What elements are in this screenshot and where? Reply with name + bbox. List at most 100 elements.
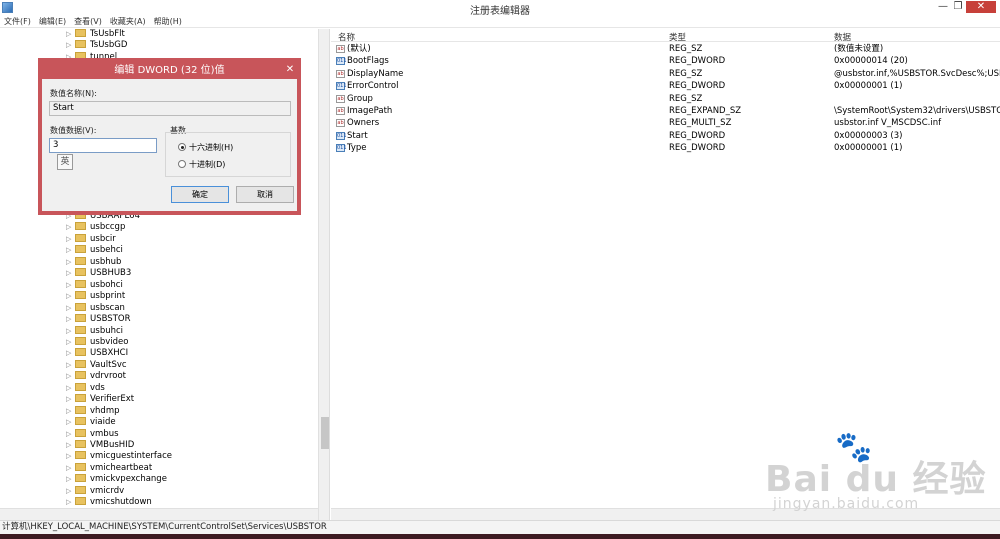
menu-view[interactable]: 查看(V) [70, 15, 106, 27]
value-row[interactable]: ab (默认) REG_SZ (数值未设置) [331, 43, 1000, 55]
tree-item-label: vmickvpexchange [90, 474, 167, 485]
tree-item[interactable]: ▷ usbcir [66, 233, 116, 245]
tree-item[interactable]: ▷ usbuhci [66, 325, 123, 337]
expand-arrow-icon[interactable]: ▷ [66, 245, 73, 256]
binary-value-icon: 011 [336, 131, 347, 140]
tree-item[interactable]: ▷ TsUsbFlt [66, 29, 125, 40]
value-row[interactable]: ab Group REG_SZ [331, 93, 1000, 105]
baidu-jingyan-watermark: 🐾 Bai du 经验 jingyan.baidu.com [765, 430, 990, 520]
value-row[interactable]: ab ImagePath REG_EXPAND_SZ \SystemRoot\Syst… [331, 105, 1000, 117]
tree-item[interactable]: ▷ USBSTOR [66, 314, 130, 325]
value-row[interactable]: ab Owners REG_MULTI_SZ usbstor.inf V_MSCDSC… [331, 117, 1000, 129]
value-row[interactable]: 011 Type REG_DWORD 0x00000001 (1) [331, 142, 1000, 154]
expand-arrow-icon[interactable]: ▷ [66, 371, 73, 382]
tree-item[interactable]: ▷ usbscan [66, 302, 125, 314]
tree-item[interactable]: ▷ vds [66, 382, 105, 394]
binary-value-icon: 011 [336, 144, 347, 153]
expand-arrow-icon[interactable]: ▷ [66, 40, 73, 51]
tree-item[interactable]: ▷ vhdmp [66, 405, 120, 417]
dialog-close-icon[interactable]: ✕ [283, 64, 297, 76]
string-value-icon: ab [336, 45, 345, 53]
menu-favorites[interactable]: 收藏夹(A) [106, 15, 150, 27]
value-row[interactable]: ab DisplayName REG_SZ @usbstor.inf,%USBSTOR… [331, 68, 1000, 80]
expand-arrow-icon[interactable]: ▷ [66, 29, 73, 40]
tree-item[interactable]: ▷ vdrvroot [66, 371, 126, 382]
ok-button[interactable]: 确定 [171, 186, 229, 203]
expand-arrow-icon[interactable]: ▷ [66, 383, 73, 394]
expand-arrow-icon[interactable]: ▷ [66, 268, 73, 279]
expand-arrow-icon[interactable]: ▷ [66, 417, 73, 428]
decimal-radio-dot[interactable] [178, 160, 186, 168]
hex-radio-dot[interactable] [178, 143, 186, 151]
value-data-input[interactable]: 3 [49, 138, 157, 153]
value-row[interactable]: 011 Start REG_DWORD 0x00000003 (3) [331, 130, 1000, 142]
expand-arrow-icon[interactable]: ▷ [66, 257, 73, 268]
expand-arrow-icon[interactable]: ▷ [66, 486, 73, 497]
expand-arrow-icon[interactable]: ▷ [66, 394, 73, 405]
tree-item[interactable]: ▷ vmicshutdown [66, 497, 152, 508]
tree-item[interactable]: ▷ VerifierExt [66, 394, 134, 405]
tree-item[interactable]: ▷ viaide [66, 417, 116, 428]
tree-item[interactable]: ▷ vmbus [66, 428, 119, 440]
tree-item[interactable]: ▷ VMBusHID [66, 440, 134, 451]
tree-vertical-scrollbar[interactable] [318, 29, 329, 520]
column-header-type[interactable]: 类型 [669, 31, 686, 43]
expand-arrow-icon[interactable]: ▷ [66, 451, 73, 462]
decimal-radio[interactable]: 十进制(D) [178, 159, 225, 170]
tree-item[interactable]: ▷ TsUsbGD [66, 40, 127, 51]
tree-horizontal-scrollbar[interactable] [0, 508, 318, 520]
folder-icon [75, 359, 86, 368]
expand-arrow-icon[interactable]: ▷ [66, 360, 73, 371]
expand-arrow-icon[interactable]: ▷ [66, 326, 73, 337]
minimize-button[interactable]: — [935, 1, 951, 13]
folder-icon [75, 382, 86, 391]
expand-arrow-icon[interactable]: ▷ [66, 234, 73, 245]
expand-arrow-icon[interactable]: ▷ [66, 337, 73, 348]
tree-item[interactable]: ▷ VaultSvc [66, 359, 127, 371]
expand-arrow-icon[interactable]: ▷ [66, 222, 73, 233]
expand-arrow-icon[interactable]: ▷ [66, 463, 73, 474]
expand-arrow-icon[interactable]: ▷ [66, 474, 73, 485]
string-value-icon: ab [336, 69, 345, 78]
expand-arrow-icon[interactable]: ▷ [66, 303, 73, 314]
expand-arrow-icon[interactable]: ▷ [66, 280, 73, 291]
value-row[interactable]: 011 BootFlags REG_DWORD 0x00000014 (20) [331, 55, 1000, 67]
tree-item[interactable]: ▷ usbvideo [66, 336, 128, 348]
edit-dword-dialog: 编辑 DWORD (32 位)值 ✕ 数值名称(N): Start 数值数据(V… [38, 58, 301, 215]
column-header-name[interactable]: 名称 [338, 31, 355, 43]
menu-help[interactable]: 帮助(H) [150, 15, 186, 27]
expand-arrow-icon[interactable]: ▷ [66, 497, 73, 508]
tree-item-label: vds [90, 382, 105, 393]
tree-item[interactable]: ▷ USBXHCI [66, 348, 128, 359]
expand-arrow-icon[interactable]: ▷ [66, 348, 73, 359]
expand-arrow-icon[interactable]: ▷ [66, 406, 73, 417]
expand-arrow-icon[interactable]: ▷ [66, 429, 73, 440]
value-type: REG_MULTI_SZ [669, 118, 732, 129]
menu-file[interactable]: 文件(F) [0, 15, 35, 27]
tree-item[interactable]: ▷ usbccgp [66, 222, 125, 233]
tree-item[interactable]: ▷ vmicguestinterface [66, 451, 172, 462]
ime-indicator[interactable]: 英 [57, 154, 73, 170]
maximize-button[interactable]: ❐ [950, 1, 966, 13]
tree-item[interactable]: ▷ usbprint [66, 291, 125, 302]
tree-item[interactable]: ▷ usbehci [66, 245, 123, 256]
tree-item[interactable]: ▷ vmicheartbeat [66, 462, 152, 474]
expand-arrow-icon[interactable]: ▷ [66, 291, 73, 302]
tree-item[interactable]: ▷ usbhub [66, 256, 121, 268]
value-type: REG_DWORD [669, 143, 726, 154]
tree-item-label: usbprint [90, 291, 126, 302]
column-header-data[interactable]: 数据 [834, 31, 851, 43]
cancel-button[interactable]: 取消 [236, 186, 294, 203]
tree-item[interactable]: ▷ USBHUB3 [66, 268, 131, 279]
value-row[interactable]: 011 ErrorControl REG_DWORD 0x00000001 (1) [331, 80, 1000, 92]
close-button[interactable]: ✕ [966, 1, 996, 13]
menu-edit[interactable]: 编辑(E) [35, 15, 70, 27]
expand-arrow-icon[interactable]: ▷ [66, 314, 73, 325]
tree-scroll-thumb[interactable] [321, 417, 329, 449]
expand-arrow-icon[interactable]: ▷ [66, 440, 73, 451]
title-bar: 注册表编辑器 — ❐ ✕ [0, 0, 1000, 17]
tree-item[interactable]: ▷ usbohci [66, 279, 123, 291]
hex-radio[interactable]: 十六进制(H) [178, 142, 233, 153]
tree-item[interactable]: ▷ vmicrdv [66, 485, 124, 497]
tree-item[interactable]: ▷ vmickvpexchange [66, 474, 167, 485]
